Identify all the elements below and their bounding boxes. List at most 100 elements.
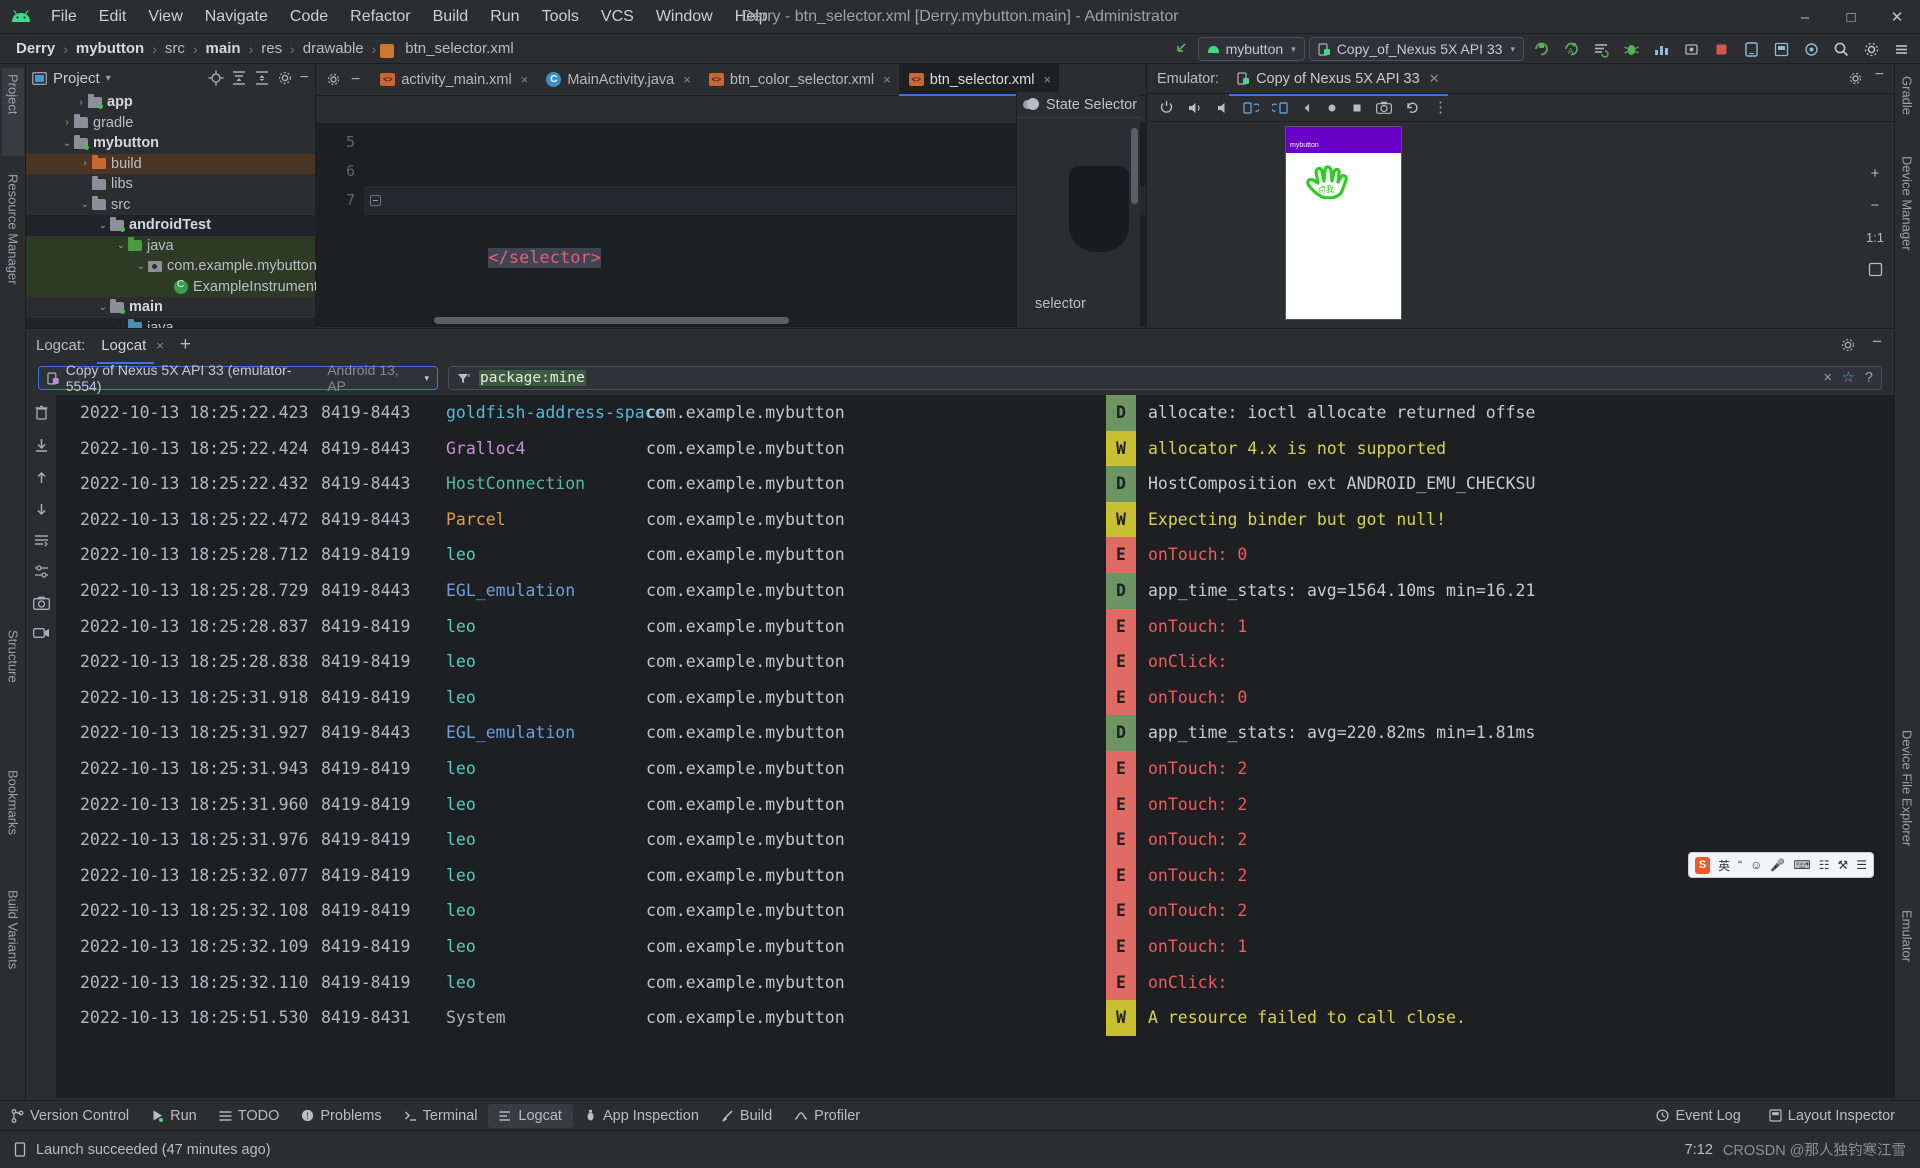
home-icon[interactable] (1326, 102, 1338, 114)
menu-window[interactable]: Window (645, 5, 724, 29)
logcat-session-tab[interactable]: Logcat × (97, 333, 168, 364)
breadcrumb-src[interactable]: src (161, 39, 189, 58)
logcat-row[interactable]: 2022-10-13 18:25:31.960 8419-8419 leo com.e… (56, 786, 1894, 823)
attach-debugger-icon[interactable] (1678, 37, 1704, 61)
rotate-right-icon[interactable] (1272, 101, 1288, 115)
breadcrumb-file[interactable]: btn_selector.xml (401, 39, 517, 58)
filter-settings-icon[interactable] (34, 565, 49, 579)
tree-item-exampleinstrumented[interactable]: ExampleInstrumented (26, 276, 334, 297)
ime-floating-toolbar[interactable]: S 英 “ ☺ 🎤 ⌨ ☷ ⚒ ☰ (1688, 852, 1874, 878)
logcat-row[interactable]: 2022-10-13 18:25:51.530 8419-8431 System co… (56, 1000, 1894, 1036)
query-help-icon[interactable]: ? (1865, 370, 1873, 386)
logcat-row[interactable]: 2022-10-13 18:25:32.108 8419-8419 leo com.e… (56, 893, 1894, 929)
ime-mic-icon[interactable]: 🎤 (1770, 858, 1785, 872)
state-selector-row[interactable]: State Selector (1017, 92, 1140, 118)
emulator-device-tab[interactable]: Copy of Nexus 5X API 33 ✕ (1229, 67, 1448, 96)
tree-item-src[interactable]: ⌄ src (26, 195, 315, 216)
chevron-right-icon[interactable]: › (60, 117, 74, 128)
editor-tab-btn-color-selector[interactable]: <> btn_color_selector.xml × (699, 64, 899, 95)
next-occurrence-icon[interactable] (34, 502, 49, 517)
bottom-tab-build[interactable]: Build (710, 1104, 783, 1128)
chevron-down-icon[interactable]: ⌄ (60, 138, 74, 149)
maximize-button[interactable]: □ (1828, 0, 1874, 34)
zoom-out-button[interactable]: − (1864, 194, 1886, 216)
add-logcat-tab-button[interactable]: + (180, 334, 191, 356)
record-video-icon[interactable] (32, 627, 50, 639)
emulator-stage[interactable]: mybutton 点我 + − 1:1 (1147, 122, 1894, 327)
bottom-tab-version-control[interactable]: Version Control (0, 1104, 140, 1128)
editor-tab-activity-main[interactable]: <> activity_main.xml × (370, 64, 536, 95)
ime-keyboard-icon[interactable]: ⌨ (1793, 858, 1810, 872)
close-button[interactable]: ✕ (1874, 0, 1920, 34)
ime-tools-icon[interactable]: ⚒ (1837, 858, 1848, 872)
hide-editor-icon[interactable]: − (351, 71, 360, 87)
hamburger-menu-icon[interactable] (1888, 37, 1914, 61)
logcat-row[interactable]: 2022-10-13 18:25:22.424 8419-8443 Gralloc4… (56, 430, 1894, 467)
emulator-settings-icon[interactable] (1848, 71, 1863, 86)
logcat-row-list[interactable]: 2022-10-13 18:25:22.423 8419-8443 goldfish… (56, 395, 1894, 1098)
previous-occurrence-icon[interactable] (34, 470, 49, 485)
screenshot-icon[interactable] (1376, 101, 1392, 114)
back-icon[interactable] (1301, 102, 1313, 114)
menu-vcs[interactable]: VCS (590, 5, 645, 29)
logcat-row[interactable]: 2022-10-13 18:25:32.109 8419-8419 leo com.e… (56, 928, 1894, 965)
tree-item-libs[interactable]: libs (26, 174, 315, 195)
collapse-all-icon[interactable] (254, 70, 270, 86)
tree-item-build[interactable]: › build (26, 153, 315, 174)
settings-gear-icon[interactable] (1858, 37, 1884, 61)
chevron-right-icon[interactable]: › (78, 158, 92, 169)
logcat-row[interactable]: 2022-10-13 18:25:28.837 8419-8419 leo com.e… (56, 608, 1894, 645)
bottom-tab-run[interactable]: Run (140, 1104, 208, 1128)
b,ottom-tab-layout-inspector[interactable]: Layout Inspector (1758, 1104, 1906, 1128)
device-selector[interactable]: Copy_of_Nexus 5X API 33 ▾ (1308, 37, 1524, 61)
clear-logcat-icon[interactable] (34, 405, 49, 421)
run-icon[interactable] (1528, 37, 1554, 61)
soft-wrap-icon[interactable] (34, 534, 49, 548)
bottom-tab-event-log[interactable]: Event Log (1645, 1104, 1751, 1128)
menu-build[interactable]: Build (422, 5, 480, 29)
logcat-row[interactable]: 2022-10-13 18:25:31.918 8419-8419 leo com.e… (56, 679, 1894, 716)
restore-icon[interactable] (1405, 100, 1420, 115)
menu-help[interactable]: Help (724, 5, 779, 29)
logcat-row[interactable]: 2022-10-13 18:25:22.472 8419-8443 Parcel co… (56, 501, 1894, 538)
editor-tab-btn-selector[interactable]: <> btn_selector.xml × (898, 64, 1060, 96)
tool-window-emulator[interactable]: Emulator (1896, 904, 1918, 994)
tool-window-project[interactable]: Project (2, 68, 24, 156)
run-configuration-selector[interactable]: mybutton ▾ (1197, 37, 1305, 61)
profile-icon[interactable] (1648, 37, 1674, 61)
close-tab-icon[interactable]: × (521, 72, 529, 87)
tree-item-package[interactable]: ⌄ com.example.mybutton (26, 256, 317, 277)
volume-down-icon[interactable] (1216, 101, 1230, 115)
tool-window-bookmarks[interactable]: Bookmarks (2, 764, 24, 864)
search-icon[interactable] (1828, 37, 1854, 61)
tool-window-resource-manager[interactable]: Resource Manager (2, 168, 24, 336)
debug-icon[interactable] (1618, 37, 1644, 61)
undo-arrow-icon[interactable] (1168, 37, 1194, 61)
zoom-in-button[interactable]: + (1864, 162, 1886, 184)
overview-icon[interactable] (1351, 102, 1363, 114)
apply-changes-icon[interactable]: A (1558, 37, 1584, 61)
chevron-down-icon[interactable]: ⌄ (114, 240, 128, 251)
tool-window-structure[interactable]: Structure (2, 624, 24, 714)
expand-all-icon[interactable] (231, 70, 247, 86)
breadcrumb-res[interactable]: res (257, 39, 286, 58)
chevron-down-icon[interactable]: ⌄ (96, 302, 110, 313)
bottom-tab-terminal[interactable]: Terminal (393, 1104, 489, 1128)
logcat-row[interactable]: 2022-10-13 18:25:28.838 8419-8419 leo com.e… (56, 644, 1894, 680)
screenshot-icon[interactable] (32, 596, 50, 610)
chevron-right-icon[interactable]: › (74, 97, 88, 108)
logcat-row[interactable]: 2022-10-13 18:25:31.976 8419-8419 leo com.e… (56, 822, 1894, 858)
breadcrumb-drawable[interactable]: drawable (299, 39, 368, 58)
menu-view[interactable]: View (137, 5, 193, 29)
tool-window-build-variants[interactable]: Build Variants (2, 884, 24, 1004)
logcat-row[interactable]: 2022-10-13 18:25:28.712 8419-8419 leo com.e… (56, 537, 1894, 573)
logcat-row[interactable]: 2022-10-13 18:25:22.432 8419-8443 HostConn… (56, 466, 1894, 502)
close-tab-icon[interactable]: × (1043, 72, 1051, 87)
menu-navigate[interactable]: Navigate (194, 5, 279, 29)
device-app-content[interactable]: 点我 (1286, 153, 1401, 319)
chevron-down-icon[interactable]: ⌄ (78, 199, 92, 210)
logcat-row[interactable]: 2022-10-13 18:25:32.110 8419-8419 leo com.e… (56, 964, 1894, 1001)
device-manager-icon[interactable] (1738, 37, 1764, 61)
minimize-button[interactable]: – (1782, 0, 1828, 34)
settings-gear-icon[interactable] (326, 72, 341, 87)
